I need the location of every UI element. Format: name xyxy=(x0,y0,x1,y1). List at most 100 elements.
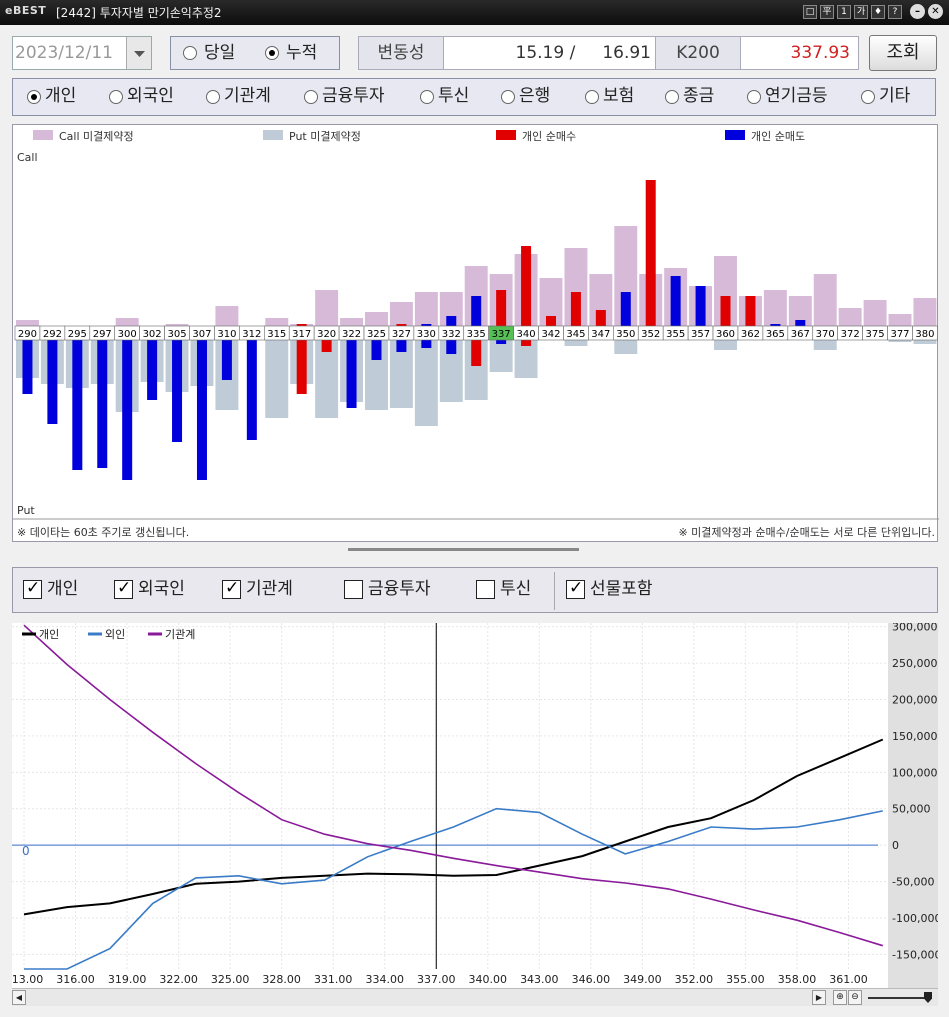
strike-label: 357 xyxy=(691,329,710,340)
put-oi-bar xyxy=(489,340,513,372)
date-dropdown-button[interactable] xyxy=(126,37,151,69)
investor-radio-label: 은행 xyxy=(519,86,551,106)
call-oi-bar xyxy=(838,308,862,326)
series-checkbox-label: 기관계 xyxy=(246,579,293,599)
unit-note: ※ 미결제약정과 순매수/순매도는 서로 다른 단위입니다. xyxy=(678,525,935,539)
put-axis-label: Put xyxy=(17,504,35,517)
legend-swatch xyxy=(496,130,516,140)
call-net-sell-bar xyxy=(695,286,706,326)
series-checkbox-1[interactable] xyxy=(114,578,133,599)
investor-radio-7[interactable] xyxy=(665,90,679,104)
zoom-slider-thumb[interactable] xyxy=(924,992,932,1003)
series-checkbox-5[interactable] xyxy=(566,578,585,599)
investor-radio-label: 기관계 xyxy=(224,86,271,106)
investor-radio-label: 기타 xyxy=(879,86,911,106)
x-tick-label: 322.00 xyxy=(159,973,198,986)
put-net-sell-bar xyxy=(371,340,382,360)
investor-radio-6[interactable] xyxy=(585,90,599,104)
strike-label: 305 xyxy=(167,329,186,340)
zoom-slider-track[interactable] xyxy=(868,997,932,999)
legend-label: Call 미결제약정 xyxy=(59,129,134,143)
legend-swatch xyxy=(263,130,283,140)
investor-radio-3[interactable] xyxy=(304,90,318,104)
series-line-2 xyxy=(23,624,884,947)
call-oi-bar xyxy=(265,318,289,326)
put-net-sell-bar xyxy=(396,340,407,352)
x-tick-label: 319.00 xyxy=(108,973,147,986)
strike-label: 365 xyxy=(766,329,785,340)
strike-label: 370 xyxy=(816,329,835,340)
call-oi-bar xyxy=(16,320,39,326)
query-button[interactable]: 조회 xyxy=(869,35,937,71)
put-oi-bar xyxy=(813,340,837,350)
number-icon-button[interactable]: 1 xyxy=(837,5,851,19)
x-tick-label: 352.00 xyxy=(675,973,714,986)
window-icon-button[interactable]: □ xyxy=(803,5,817,19)
x-tick-label: 337.00 xyxy=(417,973,456,986)
call-oi-bar xyxy=(913,298,937,326)
series-checkbox-bar: 개인 외국인 기관계 금융투자 투신 선물포함 xyxy=(12,567,938,613)
minimize-icon-button[interactable]: – xyxy=(910,4,925,19)
investor-radio-2[interactable] xyxy=(206,90,220,104)
series-checkbox-0[interactable] xyxy=(23,578,42,599)
strike-label: 380 xyxy=(915,329,934,340)
pin-icon-button[interactable]: 平 xyxy=(820,5,834,19)
zero-label: 0 xyxy=(22,844,30,858)
strike-label: 310 xyxy=(217,329,236,340)
legend-label: 기관계 xyxy=(165,628,195,641)
k200-label: K200 xyxy=(655,36,741,70)
expiry-pnl-svg: 313.00 316.00 319.00 322.00 325.00 328.00 331.… xyxy=(5,621,941,990)
scroll-right-icon[interactable]: ▶ xyxy=(812,990,826,1005)
investor-radio-label: 종금 xyxy=(683,86,715,106)
strike-label: 292 xyxy=(43,329,62,340)
close-icon-button[interactable]: ✕ xyxy=(928,4,943,19)
y-tick-label: 150,000 xyxy=(892,730,938,743)
radio-cumulative[interactable] xyxy=(265,46,279,60)
investor-radio-5[interactable] xyxy=(501,90,515,104)
zoom-reset-icon[interactable]: ⊖ xyxy=(848,990,862,1005)
investor-radio-0[interactable] xyxy=(27,90,41,104)
strike-label: 347 xyxy=(591,329,610,340)
call-net-buy-bar xyxy=(496,290,507,326)
put-oi-bar xyxy=(414,340,438,426)
x-tick-label: 361.00 xyxy=(829,973,868,986)
update-note: ※ 데이타는 60초 주기로 갱신됩니다. xyxy=(17,526,189,539)
help-icon-button[interactable]: ? xyxy=(888,5,902,19)
scroll-left-icon[interactable]: ◀ xyxy=(12,990,26,1005)
legend-label: 개인 xyxy=(39,628,59,641)
series-checkbox-3[interactable] xyxy=(344,580,363,599)
strike-label: 337 xyxy=(492,329,511,340)
investor-radio-label: 연기금등 xyxy=(765,86,828,106)
call-oi-bar xyxy=(365,312,388,326)
link-icon-button[interactable]: ♦ xyxy=(871,5,885,19)
call-oi-bar xyxy=(340,318,364,326)
font-icon-button[interactable]: 가 xyxy=(854,5,868,19)
investor-radio-4[interactable] xyxy=(420,90,434,104)
series-checkbox-4[interactable] xyxy=(476,580,495,599)
y-tick-label: -100,000 xyxy=(892,912,938,925)
call-oi-bar xyxy=(315,290,339,326)
splitter-handle[interactable] xyxy=(348,548,579,551)
strike-label: 322 xyxy=(342,329,361,340)
put-oi-bar xyxy=(564,340,588,346)
put-net-sell-bar xyxy=(22,340,33,394)
investor-radio-8[interactable] xyxy=(747,90,761,104)
radio-daily[interactable] xyxy=(183,46,197,60)
horizontal-scrollbar[interactable]: ◀ ▶ ⊕ ⊖ xyxy=(12,988,938,1006)
series-checkbox-2[interactable] xyxy=(222,578,241,599)
y-tick-label: 0 xyxy=(892,839,899,852)
put-net-buy-bar xyxy=(471,340,482,366)
x-tick-label: 313.00 xyxy=(12,973,43,986)
strike-label: 352 xyxy=(641,329,660,340)
app-logo: eBEST xyxy=(5,4,47,17)
zoom-in-icon[interactable]: ⊕ xyxy=(833,990,847,1005)
radio-daily-label: 당일 xyxy=(204,43,236,63)
strike-label: 332 xyxy=(442,329,461,340)
put-net-sell-bar xyxy=(246,340,257,440)
put-net-sell-bar xyxy=(221,340,232,380)
call-net-buy-bar xyxy=(745,296,756,326)
put-net-sell-bar xyxy=(72,340,83,470)
strike-label: 327 xyxy=(392,329,411,340)
investor-radio-9[interactable] xyxy=(861,90,875,104)
investor-radio-1[interactable] xyxy=(109,90,123,104)
